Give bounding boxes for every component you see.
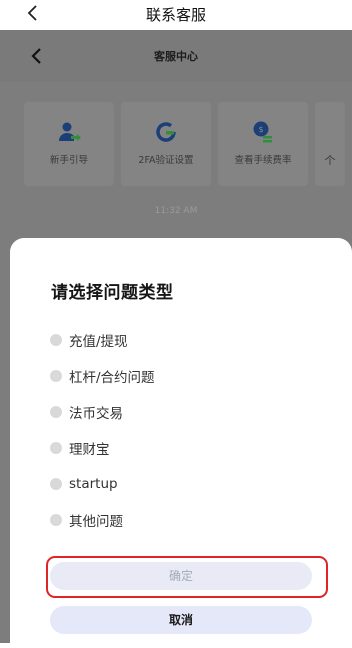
option-wealth[interactable]: 理财宝 [50,438,310,458]
confirm-button[interactable]: 确定 [50,562,312,590]
option-label: 理财宝 [69,442,110,458]
option-deposit-withdraw[interactable]: 充值/提现 [50,330,310,350]
webview-header: 客服中心 [0,30,352,82]
svg-text:$: $ [258,125,263,134]
user-arrow-icon [59,122,81,141]
radio-icon[interactable] [50,514,62,526]
option-label: 法币交易 [69,406,123,422]
message-timestamp: 11:32 AM [154,206,198,216]
card-more[interactable]: 个 [315,102,345,186]
option-label: 充值/提现 [69,334,128,350]
card-label: 新手引导 [49,155,88,166]
radio-icon[interactable] [50,442,62,454]
fee-coin-icon: $ [253,121,272,143]
radio-icon[interactable] [50,370,62,382]
sheet-title: 请选择问题类型 [51,283,174,303]
card-label: 2FA验证设置 [138,155,194,166]
option-leverage-contract[interactable]: 杠杆/合约问题 [50,366,310,386]
option-other[interactable]: 其他问题 [50,510,310,530]
webview-title: 客服中心 [154,50,198,63]
option-label: 杠杆/合约问题 [69,370,155,386]
card-2fa-settings[interactable]: 2FA验证设置 [121,102,211,186]
option-label: startup [69,476,118,492]
radio-icon[interactable] [50,478,62,490]
radio-icon[interactable] [50,334,62,346]
cancel-button[interactable]: 取消 [50,606,312,634]
refresh-g-icon [156,122,176,142]
option-fiat-trading[interactable]: 法币交易 [50,402,310,422]
card-label: 查看手续费率 [234,155,292,166]
radio-icon[interactable] [50,406,62,418]
card-label: 个 [324,154,336,167]
option-label: 其他问题 [69,514,123,530]
card-newbie-guide[interactable]: 新手引导 [24,102,114,186]
card-fee-rate[interactable]: $ 查看手续费率 [218,102,308,186]
option-startup[interactable]: startup [50,474,310,494]
top-bar: 联系客服 [0,0,352,30]
page-title: 联系客服 [145,6,206,24]
issue-type-sheet: 请选择问题类型 充值/提现 杠杆/合约问题 法币交易 理财宝 startup 其… [10,238,352,648]
